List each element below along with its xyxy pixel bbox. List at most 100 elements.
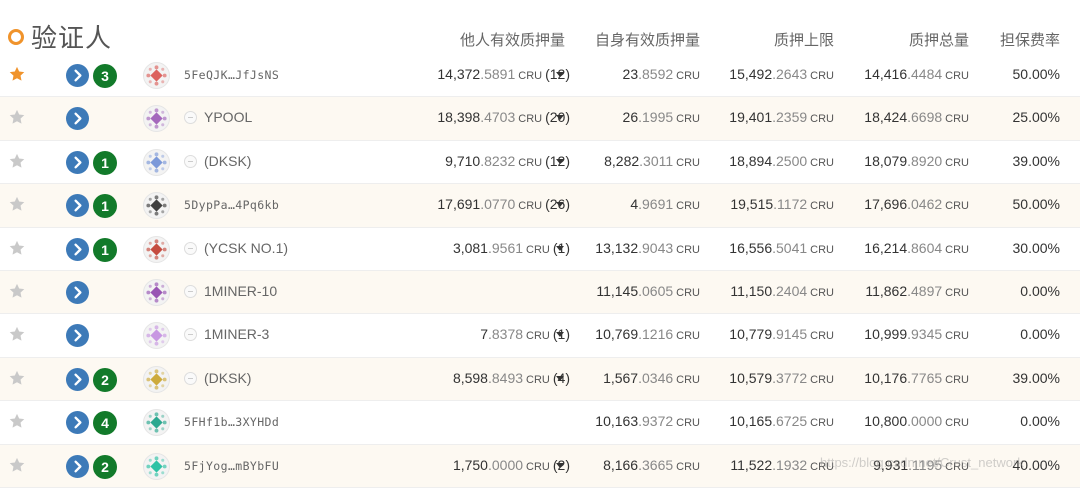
identicon-avatar — [143, 105, 170, 133]
total-stake-value: 17,696.0462 CRU — [864, 196, 969, 213]
favorite-star-icon[interactable] — [8, 152, 26, 170]
validator-name[interactable]: 1MINER-3 — [204, 326, 269, 342]
table-row: 4 5FHf1b…3XYHDd 10,163.9372 CRU 10,165.6725 C… — [0, 401, 1080, 445]
expand-caret-icon[interactable] — [556, 245, 564, 251]
validator-name[interactable]: (YCSK NO.1) — [204, 240, 288, 256]
identity-status-icon — [184, 371, 197, 385]
identity-status-icon — [184, 284, 197, 298]
table-row: YPOOL 18,398.4703 CRU (20) 26.1995 CRU 19,401.… — [0, 97, 1080, 141]
column-header-own-stake[interactable]: 自身有效质押量 — [595, 29, 700, 50]
nominator-count-badge: 1 — [93, 237, 117, 262]
favorite-star-icon[interactable] — [8, 282, 26, 300]
chevron-right-icon[interactable] — [66, 454, 89, 478]
favorite-star-icon[interactable] — [8, 65, 26, 83]
table-row: 1MINER-3 7.8378 CRU (1) 10,769.1216 CRU 10,779… — [0, 314, 1080, 358]
expand-caret-icon[interactable] — [556, 375, 564, 381]
table-row: 1MINER-10 11,145.0605 CRU 11,150.2404 CRU 11,… — [0, 270, 1080, 315]
chevron-right-icon[interactable] — [66, 411, 89, 435]
table-row: 1 (YCSK NO.1) 3,081.9561 CRU (1) 13,132.9043 C… — [0, 228, 1080, 271]
chevron-right-icon[interactable] — [66, 367, 89, 391]
table-row: 3 5FeQJK…JfJsNS 14,372.5891 CRU (12) 23.8592 C… — [0, 54, 1080, 98]
column-header-others-stake[interactable]: 他人有效质押量 — [460, 29, 565, 50]
chevron-right-icon[interactable] — [66, 194, 89, 218]
chevron-right-icon[interactable] — [66, 237, 89, 261]
nominator-count-badge: 1 — [93, 194, 117, 219]
nominator-count-badge: 4 — [93, 411, 117, 436]
favorite-star-icon[interactable] — [8, 195, 26, 213]
chevron-right-icon[interactable] — [66, 150, 89, 174]
table-row: 1 (DKSK) 9,710.8232 CRU (12) 8,282.3011 CRU 18,… — [0, 141, 1080, 185]
nominator-count-badge: 1 — [93, 150, 117, 175]
validator-name[interactable]: 5DypPa…4Pq6kb — [184, 198, 279, 212]
own-stake-value: 26.1995 CRU — [622, 109, 700, 126]
guarantee-fee-value: 25.00% — [1012, 109, 1060, 126]
column-header-stake-limit[interactable]: 质押上限 — [774, 29, 834, 50]
guarantee-fee-value: 50.00% — [1012, 66, 1060, 82]
own-stake-value: 8,166.3665 CRU — [603, 456, 700, 473]
others-stake-value: 14,372.5891 CRU (12) — [437, 66, 570, 82]
chevron-right-icon[interactable] — [66, 280, 89, 304]
expand-caret-icon[interactable] — [556, 115, 564, 121]
validator-name[interactable]: 5FHf1b…3XYHDd — [184, 415, 279, 429]
others-stake-value: 1,750.0000 CRU (2) — [452, 456, 570, 473]
others-stake-value: 9,710.8232 CRU (12) — [445, 152, 570, 169]
guarantee-fee-value: 0.00% — [1020, 282, 1060, 299]
validator-name[interactable]: YPOOL — [204, 109, 252, 125]
guarantee-fee-value: 0.00% — [1020, 326, 1060, 343]
favorite-star-icon[interactable] — [8, 239, 26, 257]
nominator-count-badge: 3 — [93, 64, 117, 88]
own-stake-value: 13,132.9043 CRU — [595, 239, 700, 256]
own-stake-value: 11,145.0605 CRU — [596, 282, 700, 299]
total-stake-value: 16,214.8604 CRU — [864, 239, 969, 256]
identity-status-icon — [184, 328, 197, 342]
others-stake-value: 8,598.8493 CRU (4) — [452, 369, 570, 386]
validator-name[interactable]: 5FeQJK…JfJsNS — [184, 68, 279, 82]
favorite-star-icon[interactable] — [8, 369, 26, 387]
total-stake-value: 10,999.9345 CRU — [864, 326, 969, 343]
total-stake-value: 11,862.4897 CRU — [865, 282, 969, 299]
stake-limit-value: 11,522.1932 CRU — [730, 456, 834, 473]
total-stake-value: 14,416.4484 CRU — [864, 66, 969, 82]
total-stake-value: 18,424.6698 CRU — [864, 109, 969, 126]
expand-caret-icon[interactable] — [556, 332, 564, 338]
identicon-avatar — [143, 322, 170, 350]
own-stake-value: 10,163.9372 CRU — [595, 413, 700, 430]
validator-name[interactable]: (DKSK) — [204, 153, 251, 169]
total-stake-value: 10,176.7765 CRU — [864, 369, 969, 386]
nominator-count-badge: 2 — [93, 367, 117, 392]
favorite-star-icon[interactable] — [8, 325, 26, 343]
identity-status-icon — [184, 154, 197, 168]
chevron-right-icon[interactable] — [66, 64, 89, 87]
favorite-star-icon[interactable] — [8, 412, 26, 430]
chevron-right-icon[interactable] — [66, 324, 89, 348]
identity-status-icon — [184, 111, 197, 125]
identicon-avatar — [143, 365, 170, 393]
table-header: 验证人 他人有效质押量 自身有效质押量 质押上限 质押总量 担保费率 — [0, 0, 1080, 54]
guarantee-fee-value: 50.00% — [1012, 196, 1060, 213]
guarantee-fee-value: 39.00% — [1012, 369, 1060, 386]
expand-caret-icon[interactable] — [556, 158, 564, 164]
expand-caret-icon[interactable] — [556, 202, 564, 208]
nominator-count-badge: 2 — [93, 454, 117, 479]
identicon-avatar — [143, 148, 170, 176]
identicon-avatar — [143, 62, 170, 89]
others-stake-value: 3,081.9561 CRU (1) — [452, 239, 570, 256]
column-header-total-stake[interactable]: 质押总量 — [909, 29, 969, 50]
identicon-avatar — [143, 409, 170, 437]
favorite-star-icon[interactable] — [8, 108, 26, 126]
own-stake-value: 1,567.0346 CRU — [603, 369, 700, 386]
expand-caret-icon[interactable] — [556, 462, 564, 468]
favorite-star-icon[interactable] — [8, 456, 26, 474]
table-row: 1 5DypPa…4Pq6kb 17,691.0770 CRU (26) 4.9691 CR… — [0, 184, 1080, 228]
chevron-right-icon[interactable] — [66, 107, 89, 131]
own-stake-value: 4.9691 CRU — [630, 196, 700, 213]
watermark: https://blog.csdn.net/Crust_network — [820, 455, 1024, 470]
column-header-guarantee-fee[interactable]: 担保费率 — [1000, 29, 1060, 50]
validator-name[interactable]: 5FjYog…mBYbFU — [184, 459, 279, 473]
expand-caret-icon[interactable] — [556, 72, 564, 77]
title-dot-icon — [8, 28, 24, 45]
validator-name[interactable]: (DKSK) — [204, 370, 251, 386]
others-stake-value: 18,398.4703 CRU (20) — [437, 109, 570, 126]
stake-limit-value: 18,894.2500 CRU — [729, 152, 834, 169]
validator-name[interactable]: 1MINER-10 — [204, 283, 277, 299]
